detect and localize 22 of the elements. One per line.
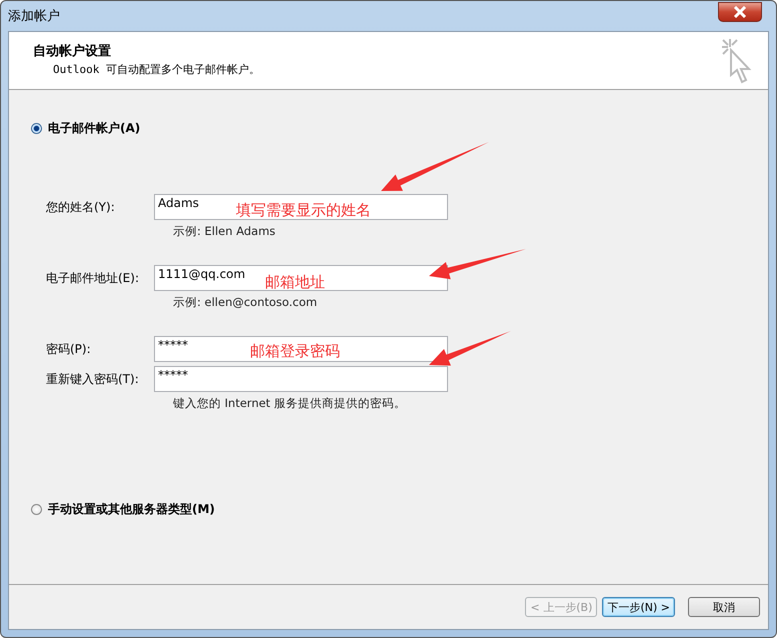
radio-button[interactable] (31, 504, 42, 515)
close-button[interactable] (718, 2, 762, 22)
dialog-button[interactable]: 下一步(N) > (602, 597, 675, 617)
annotation-text: 邮箱登录密码 (250, 342, 340, 361)
annotation-text: 邮箱地址 (265, 273, 325, 292)
annotation-text: 填写需要显示的姓名 (236, 201, 371, 220)
field-label: 密码(P): (46, 340, 92, 358)
field-label: 重新键入密码(T): (46, 370, 140, 388)
radio-button[interactable] (31, 123, 42, 134)
field-hint: 示例: ellen@contoso.com (173, 295, 318, 310)
field-hint: 键入您的 Internet 服务提供商提供的密码。 (173, 396, 407, 411)
field-label: 您的姓名(Y): (46, 198, 116, 216)
input-field[interactable]: ***** (154, 366, 448, 392)
page-title: 自动帐户设置 (33, 42, 112, 60)
option-label[interactable]: 电子邮件帐户(A) (48, 120, 140, 137)
option-label[interactable]: 手动设置或其他服务器类型(M) (48, 501, 215, 518)
page-subtitle: Outlook 可自动配置多个电子邮件帐户。 (52, 62, 260, 77)
dialog-button[interactable]: 取消 (688, 597, 760, 617)
close-icon (733, 6, 747, 18)
window-title: 添加帐户 (8, 8, 60, 25)
field-label: 电子邮件地址(E): (46, 270, 140, 286)
field-hint: 示例: Ellen Adams (173, 224, 276, 239)
